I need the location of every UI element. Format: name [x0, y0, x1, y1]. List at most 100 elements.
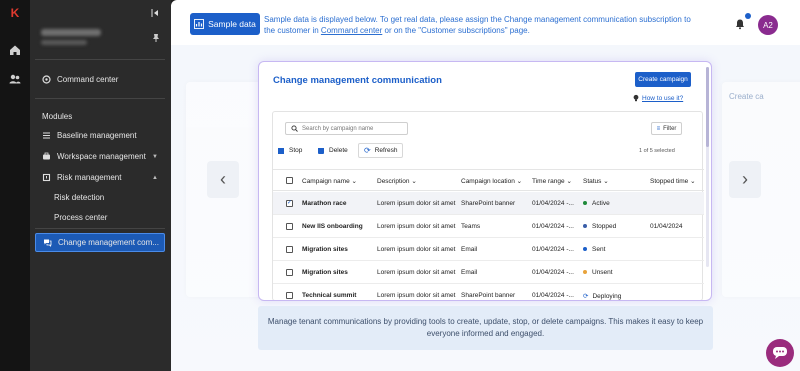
sidebar-item-label: Command center	[57, 75, 119, 84]
sidebar-item-label: Change management com...	[58, 238, 159, 247]
status-cell: ⟳ Deploying	[583, 292, 621, 300]
command-center-icon	[42, 75, 51, 84]
stopped-time-cell: 01/04/2024	[650, 223, 683, 230]
status-dot-icon	[583, 270, 587, 275]
carousel-prev-button[interactable]: ‹	[207, 161, 239, 198]
module-description: Manage tenant communications by providin…	[258, 306, 713, 350]
status-label: Deploying	[592, 293, 622, 300]
table-header: Campaign name ⌄ Description ⌄ Campaign l…	[273, 169, 704, 191]
filter-button[interactable]: ≡ Filter	[651, 122, 682, 135]
description-cell: Lorem ipsum dolor sit amet	[377, 269, 456, 276]
location-cell: Email	[461, 269, 478, 276]
status-label: Active	[592, 200, 610, 207]
deploying-icon: ⟳	[583, 293, 589, 300]
icon-rail: K	[0, 0, 30, 371]
how-to-use-link[interactable]: How to use it?	[642, 95, 683, 102]
time-range-cell: 01/04/2024 -...	[532, 223, 574, 230]
sidebar-item-baseline-management[interactable]: Baseline management	[35, 126, 165, 145]
campaign-card: Change management communication Create c…	[258, 61, 712, 301]
sidebar-item-label: Workspace management	[57, 152, 146, 161]
row-checkbox[interactable]	[286, 269, 293, 276]
carousel-next-button[interactable]: ›	[729, 161, 761, 198]
command-center-link[interactable]: Command center	[321, 26, 382, 35]
sample-data-button[interactable]: Sample data	[190, 13, 260, 35]
sidebar-item-label: Baseline management	[57, 131, 137, 140]
row-checkbox[interactable]	[286, 199, 293, 207]
campaign-name-cell[interactable]: Marathon race	[302, 200, 346, 207]
stop-button[interactable]: Stop	[273, 143, 307, 158]
chevron-right-icon: ›	[742, 169, 748, 189]
description-cell: Lorem ipsum dolor sit amet	[377, 223, 456, 230]
trash-icon	[318, 147, 324, 154]
row-checkbox[interactable]	[286, 292, 293, 299]
time-range-cell: 01/04/2024 -...	[532, 200, 574, 207]
campaign-name-cell[interactable]: Migration sites	[302, 269, 348, 276]
refresh-label: Refresh	[374, 147, 398, 154]
refresh-button[interactable]: ⟳ Refresh	[358, 143, 404, 158]
sidebar-item-process-center[interactable]: Process center	[54, 213, 107, 222]
workspace-icon	[42, 152, 51, 161]
collapse-sidebar-icon[interactable]	[150, 8, 160, 18]
filter-label: Filter	[663, 125, 677, 132]
modules-section-label: Modules	[42, 112, 73, 121]
row-checkbox[interactable]	[286, 223, 293, 230]
column-label: Campaign name	[302, 178, 350, 185]
sidebar-item-workspace-management[interactable]: Workspace management ▼	[35, 147, 165, 166]
description-cell: Lorem ipsum dolor sit amet	[377, 246, 456, 253]
table-row[interactable]: Migration sites Lorem ipsum dolor sit ame…	[273, 238, 704, 261]
campaign-name-cell[interactable]: New IIS onboarding	[302, 223, 363, 230]
column-header-status[interactable]: Status ⌄	[583, 177, 609, 185]
carousel: Create ca ‹ › Change management communic…	[171, 45, 800, 371]
select-all-checkbox[interactable]	[286, 177, 293, 184]
sidebar-item-risk-management[interactable]: Risk management ▲	[35, 168, 165, 187]
search-placeholder: Search by campaign name	[302, 125, 374, 132]
status-dot-icon	[583, 201, 587, 206]
time-range-cell: 01/04/2024 -...	[532, 292, 574, 299]
column-header-campaign-location[interactable]: Campaign location ⌄	[461, 177, 522, 185]
chat-bubbles-icon	[43, 238, 52, 247]
people-icon[interactable]	[8, 72, 22, 86]
home-icon[interactable]	[8, 43, 22, 57]
chat-support-button[interactable]	[766, 339, 794, 367]
chart-icon	[194, 19, 205, 29]
card-scrollbar-thumb[interactable]	[706, 67, 709, 147]
column-header-campaign-name[interactable]: Campaign name ⌄	[302, 177, 357, 185]
status-label: Stopped	[592, 223, 617, 230]
app-logo[interactable]: K	[9, 7, 21, 19]
banner-text-end: or on the "Customer subscriptions" page.	[382, 26, 530, 35]
create-campaign-button[interactable]: Create campaign	[635, 72, 691, 87]
status-dot-icon	[583, 247, 587, 252]
delete-button[interactable]: Delete	[313, 143, 353, 158]
risk-icon	[42, 173, 51, 182]
sidebar-item-risk-detection[interactable]: Risk detection	[54, 193, 104, 202]
sidebar-item-command-center[interactable]: Command center	[35, 70, 165, 89]
column-header-description[interactable]: Description ⌄	[377, 177, 417, 185]
campaign-name-cell[interactable]: Technical summit	[302, 292, 356, 299]
time-range-cell: 01/04/2024 -...	[532, 269, 574, 276]
stop-icon	[278, 147, 284, 154]
list-icon	[42, 131, 51, 140]
delete-label: Delete	[329, 147, 348, 154]
table-row[interactable]: New IIS onboarding Lorem ipsum dolor sit …	[273, 215, 704, 238]
column-label: Status	[583, 178, 602, 185]
location-cell: SharePoint banner	[461, 200, 516, 207]
avatar[interactable]: A2	[758, 15, 778, 35]
selection-count: 1 of 5 selected	[639, 148, 675, 154]
table-row[interactable]: Marathon race Lorem ipsum dolor sit amet S…	[273, 192, 704, 215]
column-header-time-range[interactable]: Time range ⌄	[532, 177, 572, 185]
column-label: Stopped time	[650, 178, 689, 185]
row-checkbox[interactable]	[286, 246, 293, 253]
search-input[interactable]: Search by campaign name	[285, 122, 408, 135]
table-row[interactable]: Technical summit Lorem ipsum dolor sit am…	[273, 284, 704, 300]
pin-icon[interactable]	[151, 33, 161, 43]
bell-icon[interactable]	[734, 18, 746, 30]
column-header-stopped-time[interactable]: Stopped time ⌄	[650, 177, 696, 185]
refresh-icon: ⟳	[364, 146, 371, 155]
table-row[interactable]: Migration sites Lorem ipsum dolor sit ame…	[273, 261, 704, 284]
tenant-name[interactable]	[41, 29, 101, 36]
campaign-name-cell[interactable]: Migration sites	[302, 246, 348, 253]
sidebar: Command center Modules Baseline manageme…	[30, 0, 171, 371]
campaign-table-panel: Search by campaign name ≡ Filter Stop Del…	[272, 111, 704, 300]
main-content: Sample data Sample data is displayed bel…	[171, 0, 800, 371]
sidebar-item-change-management[interactable]: Change management com...	[35, 233, 165, 252]
